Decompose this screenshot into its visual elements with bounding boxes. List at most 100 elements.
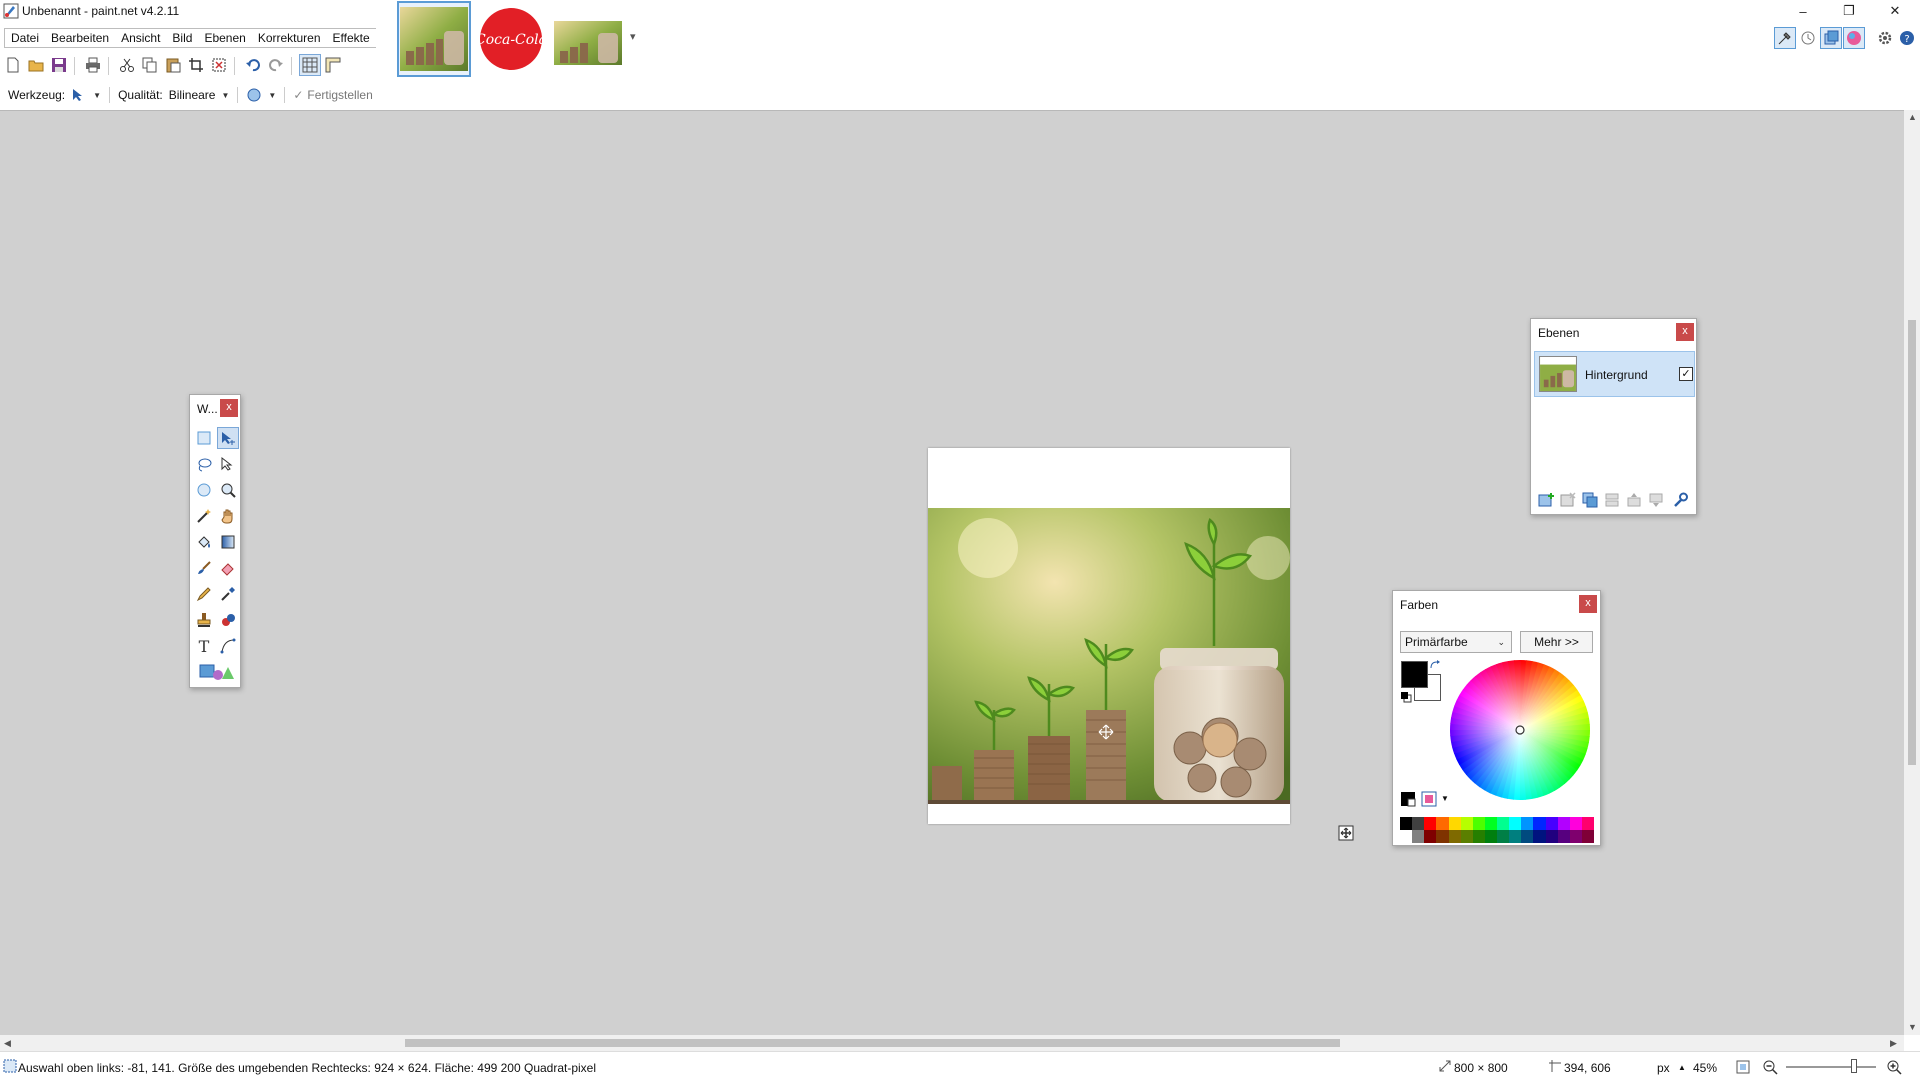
text-tool-icon[interactable]: T <box>193 635 215 657</box>
tool-dropdown-icon[interactable]: ▼ <box>93 91 101 100</box>
color-palette[interactable] <box>1400 817 1594 843</box>
menu-bild[interactable]: Bild <box>166 29 198 47</box>
palette-bottom-swatch-7[interactable] <box>1484 830 1497 843</box>
finish-button[interactable]: Fertigstellen <box>307 88 372 102</box>
palette-dropdown-icon[interactable]: ▼ <box>1441 794 1449 803</box>
grid-icon[interactable] <box>299 54 321 76</box>
move-selection-tool-icon[interactable] <box>217 453 239 475</box>
colors-window-close-button[interactable]: x <box>1579 595 1597 613</box>
lasso-select-tool-icon[interactable] <box>193 453 215 475</box>
palette-top-swatch-12[interactable] <box>1545 817 1558 830</box>
palette-top-swatch-9[interactable] <box>1509 817 1522 830</box>
palette-bottom-swatch-1[interactable] <box>1412 830 1425 843</box>
palette-bottom-swatch-0[interactable] <box>1400 830 1413 843</box>
palette-bottom-swatch-12[interactable] <box>1545 830 1558 843</box>
settings-gear-icon[interactable] <box>1874 27 1896 49</box>
zoom-in-icon[interactable] <box>1886 1059 1902 1075</box>
horizontal-scrollbar[interactable]: ◀ ▶ <box>0 1035 1904 1051</box>
new-file-icon[interactable] <box>2 54 24 76</box>
layer-visibility-checkbox[interactable]: ✓ <box>1679 367 1693 381</box>
palette-top-swatch-7[interactable] <box>1484 817 1497 830</box>
palette-top-swatch-13[interactable] <box>1557 817 1570 830</box>
unit-dropdown-icon[interactable]: ▲ <box>1678 1063 1686 1072</box>
palette-row-bottom[interactable] <box>1400 830 1594 843</box>
tools-window-close-button[interactable]: x <box>220 399 238 417</box>
unit-select[interactable]: px <box>1657 1061 1670 1075</box>
palette-bottom-swatch-11[interactable] <box>1533 830 1546 843</box>
move-layer-down-icon[interactable] <box>1647 491 1665 509</box>
scroll-left-icon[interactable]: ◀ <box>4 1038 11 1049</box>
primary-color-swatch[interactable] <box>1401 661 1428 688</box>
menu-ansicht[interactable]: Ansicht <box>115 29 166 47</box>
duplicate-layer-icon[interactable] <box>1581 491 1599 509</box>
recolor-tool-icon[interactable] <box>217 609 239 631</box>
help-icon[interactable]: ? <box>1896 27 1918 49</box>
palette-top-swatch-14[interactable] <box>1569 817 1582 830</box>
scroll-right-icon[interactable]: ▶ <box>1890 1038 1897 1049</box>
image-tab-2[interactable]: Coca-Cola <box>474 1 548 77</box>
ruler-icon[interactable] <box>322 54 344 76</box>
menu-korrekturen[interactable]: Korrekturen <box>252 29 327 47</box>
blend-mode-dropdown-icon[interactable]: ▼ <box>268 91 276 100</box>
more-colors-button[interactable]: Mehr >> <box>1520 631 1593 653</box>
palette-bottom-swatch-6[interactable] <box>1472 830 1485 843</box>
cut-icon[interactable] <box>116 54 138 76</box>
gradient-tool-icon[interactable] <box>217 531 239 553</box>
menu-bearbeiten[interactable]: Bearbeiten <box>45 29 115 47</box>
color-picker-tool-icon[interactable] <box>217 583 239 605</box>
add-layer-icon[interactable] <box>1537 491 1555 509</box>
palette-bottom-swatch-14[interactable] <box>1569 830 1582 843</box>
vertical-scroll-thumb[interactable] <box>1908 320 1916 765</box>
palette-bottom-swatch-4[interactable] <box>1448 830 1461 843</box>
paint-bucket-tool-icon[interactable] <box>193 531 215 553</box>
print-icon[interactable] <box>82 54 104 76</box>
eraser-tool-icon[interactable] <box>217 557 239 579</box>
layers-window-toggle-icon[interactable] <box>1820 27 1842 49</box>
palette-bottom-swatch-5[interactable] <box>1460 830 1473 843</box>
scroll-down-icon[interactable]: ▼ <box>1908 1022 1917 1032</box>
pan-hand-tool-icon[interactable] <box>217 505 239 527</box>
color-target-select[interactable]: Primärfarbe ⌄ <box>1400 631 1512 653</box>
undo-icon[interactable] <box>242 54 264 76</box>
move-layer-up-icon[interactable] <box>1625 491 1643 509</box>
palette-top-swatch-15[interactable] <box>1581 817 1594 830</box>
palette-top-swatch-10[interactable] <box>1521 817 1534 830</box>
palette-top-swatch-1[interactable] <box>1412 817 1425 830</box>
palette-top-swatch-6[interactable] <box>1472 817 1485 830</box>
deselect-icon[interactable] <box>208 54 230 76</box>
blend-mode-icon[interactable] <box>246 87 262 103</box>
image-tab-1[interactable] <box>397 1 471 77</box>
scroll-up-icon[interactable]: ▲ <box>1908 112 1917 122</box>
swap-colors-icon[interactable] <box>1429 659 1441 671</box>
magic-wand-tool-icon[interactable] <box>193 505 215 527</box>
redo-icon[interactable] <box>265 54 287 76</box>
palette-bottom-swatch-3[interactable] <box>1436 830 1449 843</box>
palette-top-swatch-3[interactable] <box>1436 817 1449 830</box>
zoom-tool-icon[interactable] <box>217 479 239 501</box>
rectangle-select-tool-icon[interactable] <box>193 427 215 449</box>
quality-dropdown-icon[interactable]: ▼ <box>221 91 229 100</box>
copy-icon[interactable] <box>139 54 161 76</box>
history-window-toggle-icon[interactable] <box>1797 27 1819 49</box>
reset-colors-icon[interactable] <box>1400 691 1412 703</box>
color-wheel[interactable] <box>1449 659 1591 801</box>
palette-top-swatch-5[interactable] <box>1460 817 1473 830</box>
save-icon[interactable] <box>48 54 70 76</box>
clone-stamp-tool-icon[interactable] <box>193 609 215 631</box>
paintbrush-tool-icon[interactable] <box>193 557 215 579</box>
shapes-tool-icon[interactable] <box>193 661 239 683</box>
palette-bottom-swatch-15[interactable] <box>1581 830 1594 843</box>
zoom-slider-thumb[interactable] <box>1851 1059 1857 1073</box>
layer-item-hintergrund[interactable]: Hintergrund ✓ <box>1534 351 1695 397</box>
palette-colors-icon[interactable] <box>1400 791 1416 807</box>
delete-layer-icon[interactable] <box>1559 491 1577 509</box>
palette-bottom-swatch-13[interactable] <box>1557 830 1570 843</box>
palette-top-swatch-8[interactable] <box>1497 817 1510 830</box>
open-file-icon[interactable] <box>25 54 47 76</box>
close-button[interactable]: ✕ <box>1872 0 1918 22</box>
quality-select[interactable]: Bilineare <box>169 88 216 102</box>
palette-row-top[interactable] <box>1400 817 1594 830</box>
paste-icon[interactable] <box>162 54 184 76</box>
move-handle-icon[interactable] <box>1338 825 1354 841</box>
layers-window-close-button[interactable]: x <box>1676 323 1694 341</box>
